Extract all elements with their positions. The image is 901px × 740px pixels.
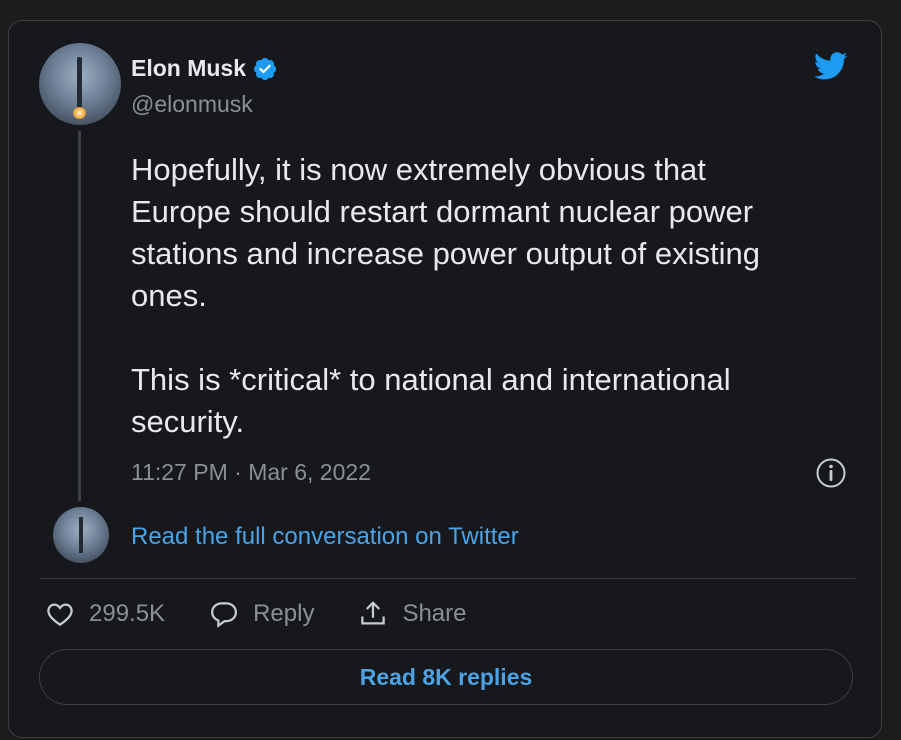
reply-bubble-icon [211,602,238,628]
read-full-conversation-link[interactable]: Read the full conversation on Twitter [131,523,519,551]
author-handle[interactable]: @elonmusk [131,91,253,118]
tweet-card: Elon Musk @elonmusk Hopefully, it is now… [8,20,882,738]
verified-badge-icon [253,57,277,80]
read-replies-button[interactable]: Read 8K replies [39,649,853,705]
tweet-timestamp[interactable]: 11:27 PM · Mar 6, 2022 [131,459,371,486]
rocket-graphic [77,57,82,111]
author-avatar[interactable] [39,43,121,125]
conversation-avatar[interactable] [53,507,109,563]
heart-icon [47,603,73,626]
info-icon[interactable] [815,457,847,489]
tweet-date: Mar 6, 2022 [248,459,371,485]
reply-button[interactable]: Reply [209,599,314,629]
likes-count: 299.5K [89,600,166,627]
share-icon [361,601,386,625]
rocket-flame-graphic [73,107,86,119]
divider [39,578,855,579]
thread-line [78,131,81,501]
twitter-bird-icon[interactable] [811,49,851,83]
author-name[interactable]: Elon Musk [131,55,246,82]
share-button[interactable]: Share [358,599,466,629]
rocket-graphic [79,517,83,553]
reply-label: Reply [253,600,315,627]
author-name-row: Elon Musk [131,55,278,82]
tweet-time: 11:27 PM [131,459,228,485]
share-label: Share [402,600,467,627]
like-button[interactable]: 299.5K [45,599,165,629]
tweet-actions: 299.5K Reply Share [45,599,466,629]
timestamp-separator: · [234,459,242,485]
tweet-text: Hopefully, it is now extremely obvious t… [131,152,760,439]
